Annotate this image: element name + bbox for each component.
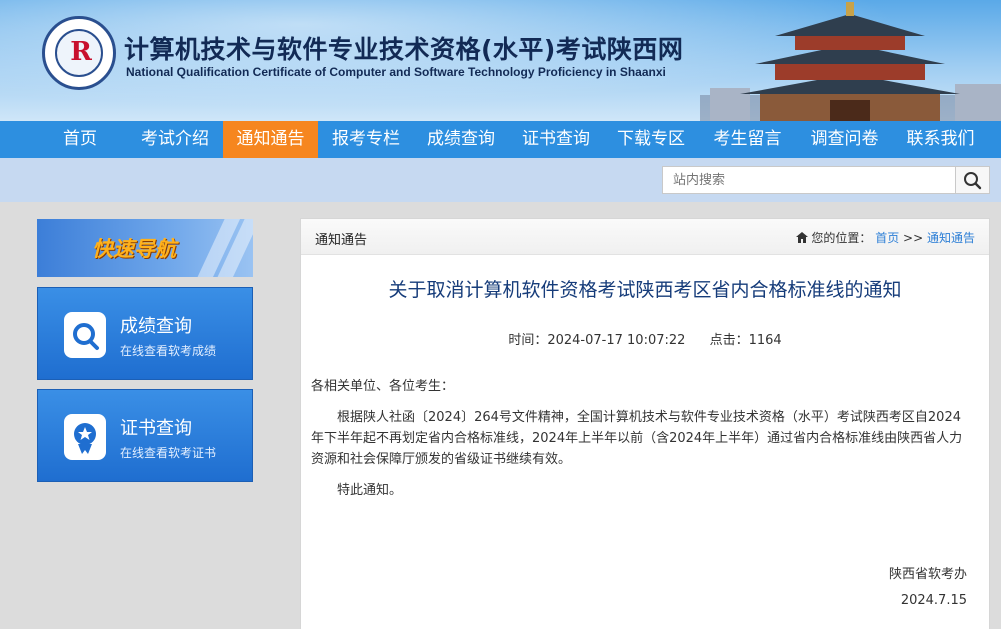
score-query-subtitle: 在线查看软考成绩 [120,344,217,358]
article-date: 2024.7.15 [900,593,967,608]
header-banner: R 计算机技术与软件专业技术资格(水平)考试陕西网 National Quali… [0,0,1001,121]
article-closing: 特此通知。 [337,483,403,498]
article-greeting: 各相关单位、各位考生： [311,379,455,394]
main-nav: 首页 考试介绍 通知通告 报考专栏 成绩查询 证书查询 下载专区 考生留言 调查… [0,121,1001,158]
certificate-query-title: 证书查询 [120,418,192,439]
nav-item-exam-intro[interactable]: 考试介绍 [130,121,220,158]
article-meta: 时间：2024-07-17 10:07:22 点击：1164 [301,329,989,348]
nav-item-survey[interactable]: 调查问卷 [797,121,892,158]
score-query-title: 成绩查询 [120,316,192,337]
nav-item-score-query[interactable]: 成绩查询 [415,121,507,158]
nav-item-notices[interactable]: 通知通告 [223,121,318,158]
nav-item-downloads[interactable]: 下载专区 [605,121,697,158]
bell-tower-illustration [700,2,1001,121]
breadcrumb-separator: >> [903,231,924,245]
breadcrumb-prefix: 您的位置： [811,231,872,245]
article-panel: 通知通告 您的位置： 首页 >> 通知通告 关于取消计算机软件资格考试陕西考区省… [300,218,990,629]
site-title: 计算机技术与软件专业技术资格(水平)考试陕西网 [124,35,684,64]
home-icon [795,232,808,243]
site-subtitle: National Qualification Certificate of Co… [126,65,666,79]
article-body: 各相关单位、各位考生： 根据陕人社函〔2024〕264号文件精神，全国计算机技术… [311,376,963,511]
breadcrumb-home-link[interactable]: 首页 [875,231,899,245]
circular-seal-logo-icon: R [42,16,116,90]
nav-item-contact[interactable]: 联系我们 [893,121,988,158]
nav-item-registration[interactable]: 报考专栏 [320,121,412,158]
article-paragraph: 根据陕人社函〔2024〕264号文件精神，全国计算机技术与软件专业技术资格（水平… [311,410,963,467]
magnifier-document-icon [64,312,106,358]
nav-item-messages[interactable]: 考生留言 [700,121,795,158]
panel-header: 通知通告 您的位置： 首页 >> 通知通告 [301,219,989,255]
breadcrumb: 您的位置： 首页 >> 通知通告 [795,229,975,246]
certificate-query-subtitle: 在线查看软考证书 [120,446,217,460]
search-icon [964,172,982,190]
article-time: 时间：2024-07-17 10:07:22 [508,333,686,348]
quick-nav-label: 快速导航 [92,237,176,261]
nav-item-certificate-query[interactable]: 证书查询 [510,121,602,158]
nav-item-home[interactable]: 首页 [42,121,118,158]
article-signature: 陕西省软考办 [888,567,967,582]
score-query-card[interactable]: 成绩查询 在线查看软考成绩 [37,287,253,380]
site-search-input[interactable] [662,166,956,194]
certificate-query-card[interactable]: 证书查询 在线查看软考证书 [37,389,253,482]
logo-inner-ring: R [55,29,103,77]
quick-nav-banner: 快速导航 [37,219,253,277]
search-button[interactable] [956,166,990,194]
certificate-badge-icon [64,414,106,460]
article-clicks: 点击：1164 [709,333,782,348]
breadcrumb-current-link[interactable]: 通知通告 [927,231,975,245]
article-title: 关于取消计算机软件资格考试陕西考区省内合格标准线的通知 [388,279,902,301]
logo-r-glyph: R [70,37,92,67]
section-label: 通知通告 [315,233,368,248]
